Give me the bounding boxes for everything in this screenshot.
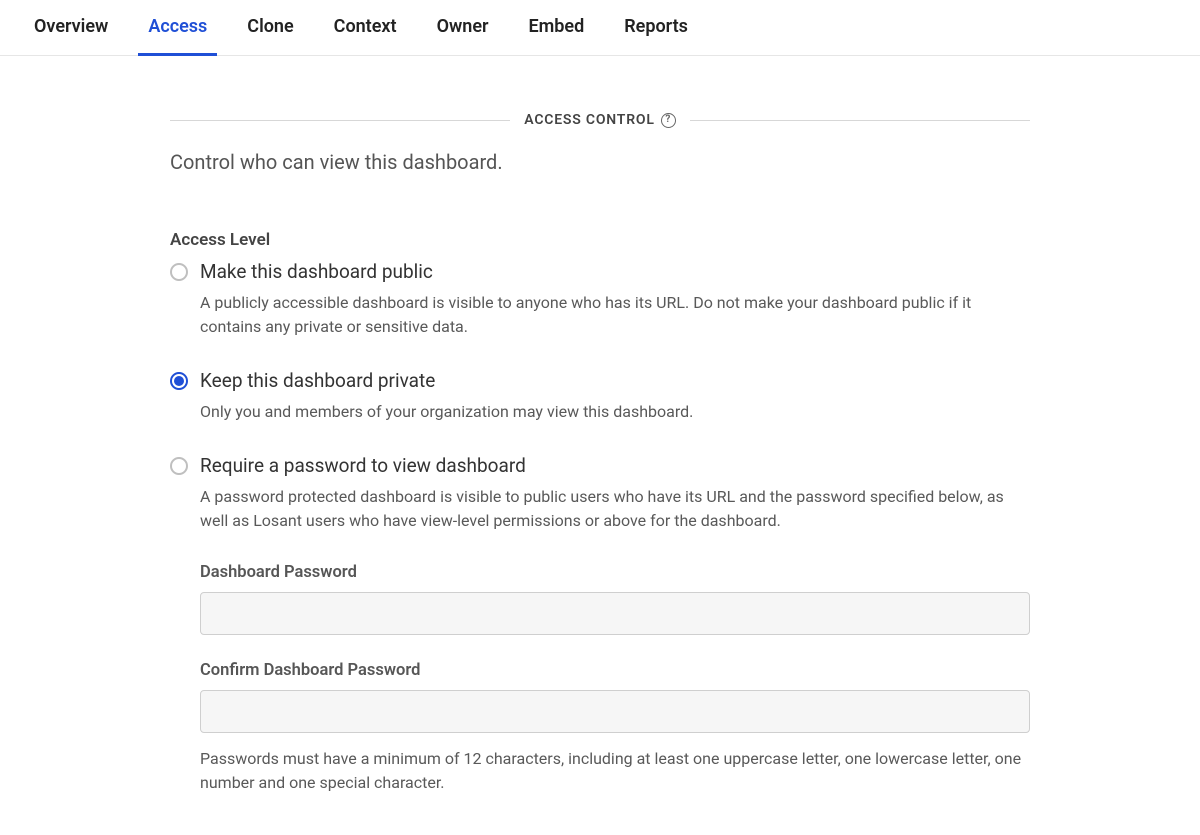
radio-password[interactable]: Require a password to view dashboard [170,454,1030,477]
divider-right [690,120,1030,121]
radio-option-private: Keep this dashboard private Only you and… [170,369,1030,424]
tab-context[interactable]: Context [334,10,397,55]
radio-password-title: Require a password to view dashboard [200,454,526,477]
tab-bar: Overview Access Clone Context Owner Embe… [0,0,1200,56]
password-confirm-input[interactable] [200,690,1030,733]
access-level-radio-group: Make this dashboard public A publicly ac… [170,260,1030,533]
radio-option-public: Make this dashboard public A publicly ac… [170,260,1030,339]
password-hint: Passwords must have a minimum of 12 char… [200,747,1030,795]
tab-access[interactable]: Access [148,10,207,55]
radio-indicator [170,263,188,281]
radio-private-title: Keep this dashboard private [200,369,435,392]
tab-owner[interactable]: Owner [437,10,489,55]
access-level-label: Access Level [170,230,1030,250]
tab-reports[interactable]: Reports [624,10,688,55]
tab-overview[interactable]: Overview [34,10,108,55]
radio-private[interactable]: Keep this dashboard private [170,369,1030,392]
password-input[interactable] [200,592,1030,635]
radio-public-title: Make this dashboard public [200,260,433,283]
radio-indicator [170,372,188,390]
section-header: ACCESS CONTROL ? [170,112,1030,128]
password-section: Dashboard Password Confirm Dashboard Pas… [200,563,1030,795]
access-panel: ACCESS CONTROL ? Control who can view th… [170,56,1030,835]
divider-left [170,120,510,121]
password-label: Dashboard Password [200,563,1030,582]
radio-private-desc: Only you and members of your organizatio… [200,400,1030,424]
section-subtitle: Control who can view this dashboard. [170,150,1030,174]
tab-embed[interactable]: Embed [529,10,585,55]
radio-indicator [170,457,188,475]
radio-option-password: Require a password to view dashboard A p… [170,454,1030,533]
password-confirm-label: Confirm Dashboard Password [200,661,1030,680]
section-title: ACCESS CONTROL [524,112,654,128]
radio-public-desc: A publicly accessible dashboard is visib… [200,291,1030,339]
help-icon[interactable]: ? [661,113,676,128]
tab-clone[interactable]: Clone [247,10,293,55]
radio-password-desc: A password protected dashboard is visibl… [200,485,1030,533]
radio-public[interactable]: Make this dashboard public [170,260,1030,283]
